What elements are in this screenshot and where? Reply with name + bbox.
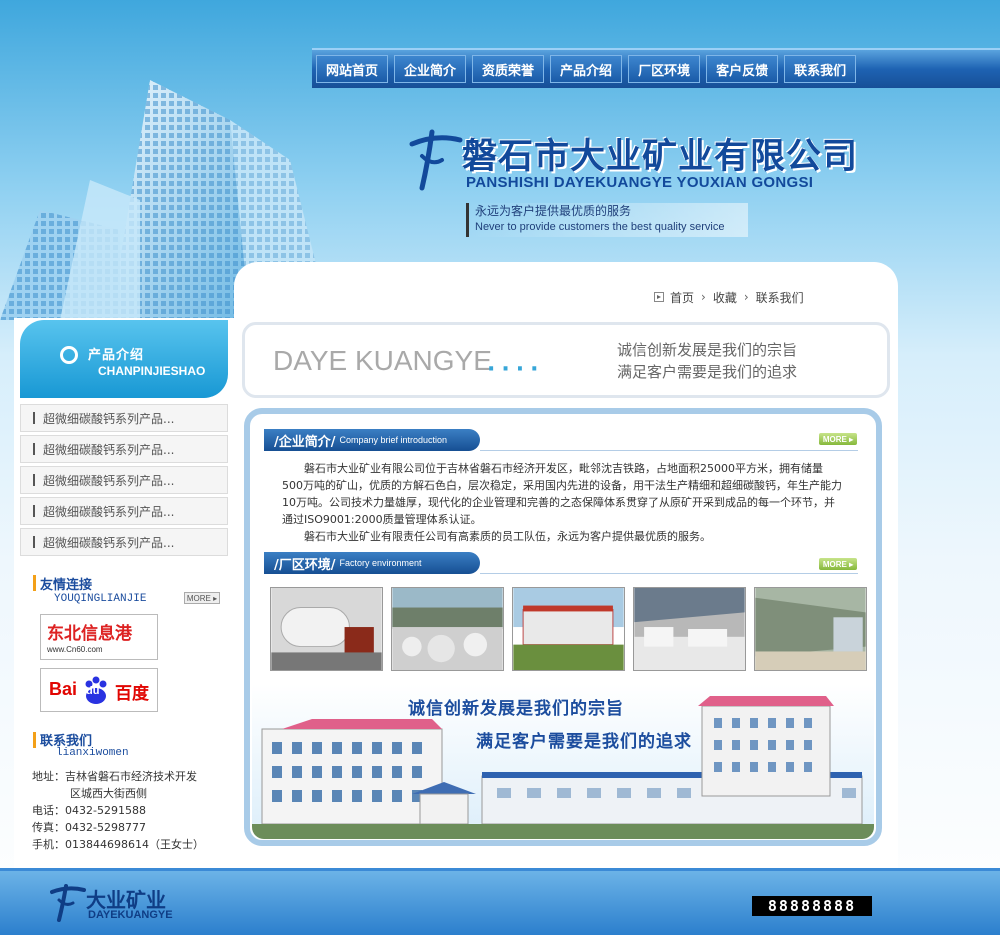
section-divider <box>480 450 858 451</box>
factory-photo-mill[interactable] <box>270 587 383 671</box>
product-item[interactable]: 超微细碳酸钙系列产品... <box>20 497 228 525</box>
chevron-right-icon: › <box>743 290 749 304</box>
bullet-bar-icon <box>33 412 35 424</box>
top-navigation: 网站首页 企业简介 资质荣誉 产品介绍 厂区环境 客户反馈 联系我们 <box>312 48 1000 88</box>
product-item-label: 超微细碳酸钙系列产品... <box>43 473 175 488</box>
banner-dots: ···· <box>487 357 545 382</box>
intro-paragraph-2: 磐石市大业矿业有限责任公司有高素质的员工队伍，永远为客户提供最优质的服务。 <box>304 530 711 543</box>
factory-title-cn: /厂区环境/ <box>274 557 336 573</box>
products-title-cn: 产品介绍 <box>88 348 145 363</box>
link-dongbei-text: 东北信息港 <box>47 624 132 644</box>
slogan-cn: 永远为客户提供最优质的服务 <box>475 204 632 218</box>
nav-qualifications[interactable]: 资质荣誉 <box>472 55 545 83</box>
factory-photo-stone-yard[interactable] <box>391 587 504 671</box>
nav-factory[interactable]: 厂区环境 <box>628 55 701 83</box>
footer-logo-en: DAYEKUANGYE <box>88 909 173 921</box>
banner-motto: 诚信创新发展是我们的宗旨 满足客户需要是我们的追求 <box>617 339 797 383</box>
section-marker <box>33 575 36 591</box>
counter-value: 88888888 <box>767 897 857 915</box>
baidu-cn: 百度 <box>115 684 149 704</box>
section-marker <box>33 732 36 748</box>
product-item[interactable]: 超微细碳酸钙系列产品... <box>20 404 228 432</box>
nav-home[interactable]: 网站首页 <box>316 55 389 83</box>
play-icon <box>654 292 664 302</box>
products-title-en: CHANPINJIESHAO <box>98 364 206 378</box>
product-item-label: 超微细碳酸钙系列产品... <box>43 535 175 550</box>
nav-company-intro[interactable]: 企业简介 <box>394 55 467 83</box>
link-baidu[interactable]: Bai du 百度 <box>40 668 158 712</box>
banner-motto-1: 诚信创新发展是我们的宗旨 <box>617 341 798 359</box>
factory-photo-hall[interactable] <box>754 587 867 671</box>
visitor-counter: 88888888 <box>752 896 872 916</box>
more-label: MORE <box>186 593 211 603</box>
baidu-bai: Bai <box>49 679 78 699</box>
product-item-label: 超微细碳酸钙系列产品... <box>43 504 175 519</box>
product-item[interactable]: 超微细碳酸钙系列产品... <box>20 466 228 494</box>
link-dongbei-info[interactable]: 东北信息港 www.Cn60.com <box>40 614 158 660</box>
section-tab-intro: /企业简介/ Company brief introduction <box>264 429 480 451</box>
nav-feedback[interactable]: 客户反馈 <box>706 55 779 83</box>
intro-title-en: Company brief introduction <box>339 435 448 445</box>
contact-fax: 传真：0432-5298777 <box>32 821 146 834</box>
product-list: 超微细碳酸钙系列产品... 超微细碳酸钙系列产品... 超微细碳酸钙系列产品..… <box>20 404 228 559</box>
nav-contact[interactable]: 联系我们 <box>784 55 857 83</box>
factory-banner-line-2: 满足客户需要是我们的追求 <box>476 732 692 752</box>
bullet-bar-icon <box>33 443 35 455</box>
intro-more-button[interactable]: MORE ▸ <box>819 433 857 445</box>
factory-more-button[interactable]: MORE ▸ <box>819 558 857 570</box>
factory-photo-gallery <box>270 587 867 671</box>
breadcrumb: 首页 › 收藏 › 联系我们 <box>654 288 804 306</box>
footer-logo-mark-icon <box>50 884 86 922</box>
factory-banner-line-1: 诚信创新发展是我们的宗旨 <box>408 699 624 719</box>
factory-photo-warehouse[interactable] <box>633 587 746 671</box>
company-logo-mark-icon <box>409 129 463 191</box>
friend-links-title-cn: 友情连接 <box>40 578 93 593</box>
circle-icon <box>60 346 78 364</box>
more-label: MORE <box>822 434 847 444</box>
breadcrumb-contact[interactable]: 联系我们 <box>756 289 804 306</box>
section-divider <box>480 573 858 574</box>
company-name-cn: 磐石市大业矿业有限公司 <box>462 137 859 177</box>
address-line-2: 区城西大街西侧 <box>70 787 147 800</box>
link-dongbei-url: www.Cn60.com <box>47 645 103 654</box>
slogan: 永远为客户提供最优质的服务 Never to provide customers… <box>466 203 748 237</box>
breadcrumb-favorite[interactable]: 收藏 <box>713 289 737 306</box>
intro-paragraph-1: 磐石市大业矿业有限公司位于吉林省磐石市经济开发区，毗邻沈吉铁路，占地面积2500… <box>282 462 842 526</box>
baidu-du: du <box>86 685 100 697</box>
company-name-en: PANSHISHI DAYEKUANGYE YOUXIAN GONGSI <box>466 174 814 191</box>
section-tab-factory: /厂区环境/ Factory environment <box>264 552 480 574</box>
intro-title-cn: /企业简介/ <box>274 434 336 450</box>
friend-links-title-en: YOUQINGLIANJIE <box>54 593 147 605</box>
address-label: 地址： <box>32 770 65 783</box>
friend-links-more-button[interactable]: MORE ▸ <box>184 592 220 604</box>
more-label: MORE <box>822 559 847 569</box>
factory-photo-building[interactable] <box>512 587 625 671</box>
breadcrumb-home[interactable]: 首页 <box>670 289 694 306</box>
slogan-en: Never to provide customers the best qual… <box>475 221 725 233</box>
chevron-right-icon: › <box>701 290 706 304</box>
contact-address: 地址：吉林省磐石市经济技术开发 <box>32 768 204 785</box>
contact-title-en: lianxiwomen <box>56 747 129 759</box>
contact-info: 地址：吉林省磐石市经济技术开发 区城西大街西侧 电话：0432-5291588 … <box>32 768 204 853</box>
product-item[interactable]: 超微细碳酸钙系列产品... <box>20 528 228 556</box>
bullet-bar-icon <box>33 505 35 517</box>
contact-phone: 电话：0432-5291588 <box>32 804 146 817</box>
company-intro-text: 磐石市大业矿业有限公司位于吉林省磐石市经济开发区，毗邻沈吉铁路，占地面积2500… <box>282 460 842 545</box>
nav-products[interactable]: 产品介绍 <box>550 55 623 83</box>
factory-title-en: Factory environment <box>339 558 422 568</box>
bullet-bar-icon <box>33 474 35 486</box>
product-item-label: 超微细碳酸钙系列产品... <box>43 411 175 426</box>
products-header: 产品介绍 CHANPINJIESHAO <box>20 320 228 398</box>
banner-motto-2: 满足客户需要是我们的追求 <box>617 363 798 381</box>
address-line-1: 吉林省磐石市经济技术开发 <box>65 770 197 783</box>
banner-title: DAYE KUANGYE <box>273 345 492 376</box>
bullet-bar-icon <box>33 536 35 548</box>
product-item[interactable]: 超微细碳酸钙系列产品... <box>20 435 228 463</box>
contact-mobile: 手机：013844698614（王女士） <box>32 838 204 851</box>
daye-banner: DAYE KUANGYE ···· 诚信创新发展是我们的宗旨 满足客户需要是我们… <box>242 322 890 398</box>
product-item-label: 超微细碳酸钙系列产品... <box>43 442 175 457</box>
